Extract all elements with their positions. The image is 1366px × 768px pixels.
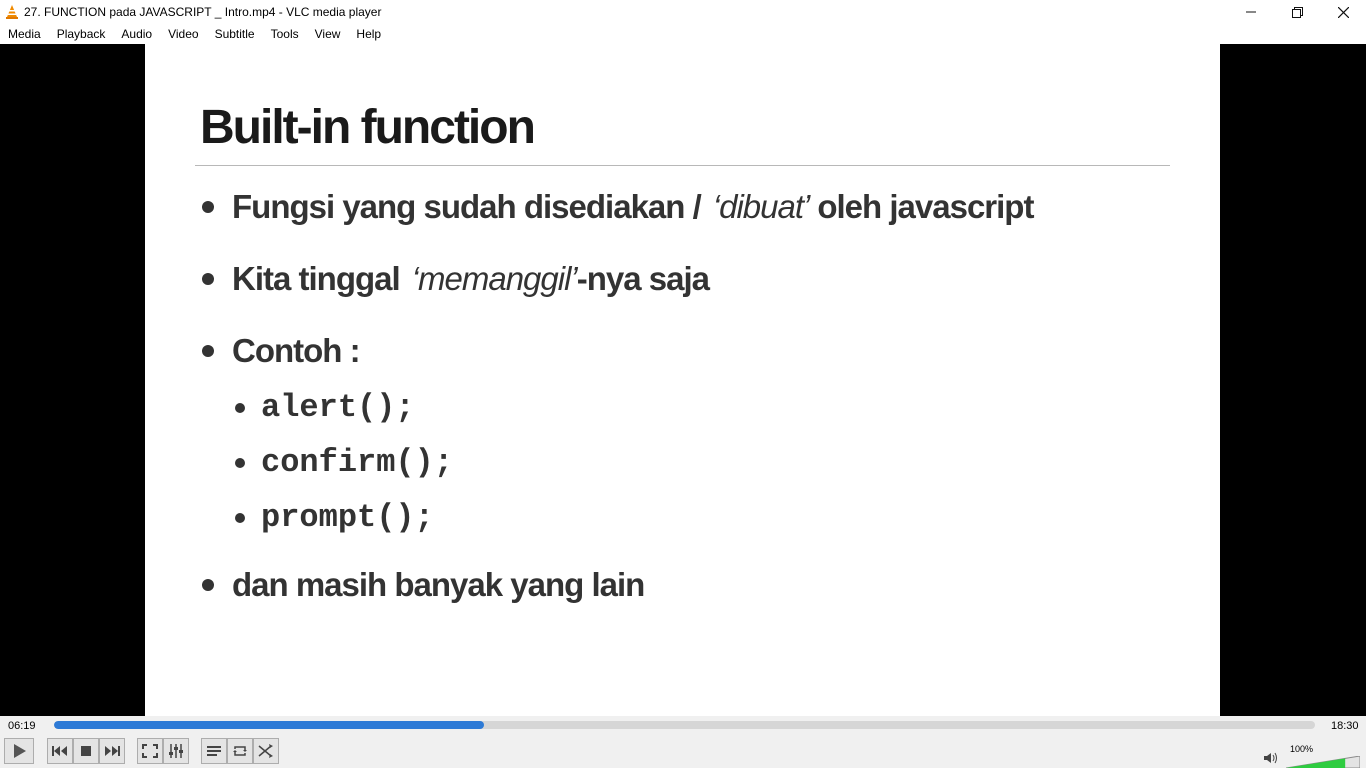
bullet-dot: [235, 512, 245, 523]
slide-frame: Built-in function Fungsi yang sudah dise…: [145, 44, 1220, 716]
restore-icon: [1291, 6, 1303, 18]
menu-help[interactable]: Help: [356, 27, 381, 41]
bullet-dot: [202, 273, 214, 285]
bullet-dot: [235, 402, 245, 413]
elapsed-time[interactable]: 06:19: [8, 720, 36, 732]
bullet-dot: [202, 201, 214, 213]
play-icon: [14, 744, 26, 758]
bullet-dot: [235, 457, 245, 468]
loop-button[interactable]: [227, 738, 253, 764]
close-button[interactable]: [1320, 0, 1366, 24]
bullet-text: Fungsi yang sudah disediakan /: [232, 188, 702, 225]
menu-playback[interactable]: Playback: [57, 27, 106, 41]
play-button[interactable]: [4, 738, 34, 764]
bullet-item: Contoh :: [202, 332, 361, 370]
playlist-button[interactable]: [201, 738, 227, 764]
menu-bar: Media Playback Audio Video Subtitle Tool…: [0, 24, 1366, 44]
previous-icon: [52, 746, 67, 756]
menu-tools[interactable]: Tools: [271, 27, 299, 41]
next-icon: [105, 746, 120, 756]
menu-media[interactable]: Media: [8, 27, 41, 41]
slide-title: Built-in function: [200, 101, 536, 154]
bullet-dot: [202, 579, 214, 591]
seek-progress: [54, 721, 484, 729]
window-controls: [1228, 0, 1366, 24]
stop-icon: [81, 746, 91, 756]
stop-button[interactable]: [73, 738, 99, 764]
minimize-button[interactable]: [1228, 0, 1274, 24]
bullet-dot: [202, 345, 214, 357]
code-text: prompt();: [261, 499, 434, 536]
fullscreen-button[interactable]: [137, 738, 163, 764]
extended-settings-button[interactable]: [163, 738, 189, 764]
bullet-text: Kita tinggal: [232, 260, 401, 297]
menu-subtitle[interactable]: Subtitle: [215, 27, 255, 41]
bullet-item: dan masih banyak yang lain: [202, 566, 645, 604]
vlc-cone-icon: [6, 5, 18, 19]
shuffle-icon: [258, 744, 273, 758]
fullscreen-icon: [142, 744, 158, 758]
bullet-text: dan masih banyak yang lain: [232, 566, 645, 603]
seek-bar[interactable]: [54, 721, 1315, 729]
speaker-icon[interactable]: [1264, 752, 1278, 764]
code-list-item: alert();: [235, 389, 415, 426]
close-icon: [1337, 6, 1349, 18]
code-list-item: confirm();: [235, 444, 453, 481]
bullet-item: Kita tinggal ‘memanggil’ -nya saja: [202, 260, 710, 298]
bullet-text: -nya saja: [576, 260, 710, 297]
bullet-italic: ‘memanggil’: [411, 260, 578, 297]
code-text: alert();: [261, 389, 415, 426]
slide-divider: [195, 165, 1170, 166]
bullet-item: Fungsi yang sudah disediakan / ‘dibuat’ …: [202, 188, 1034, 226]
minimize-icon: [1246, 11, 1256, 13]
shuffle-button[interactable]: [253, 738, 279, 764]
next-button[interactable]: [99, 738, 125, 764]
bullet-italic: ‘dibuat’: [712, 188, 811, 225]
code-list-item: prompt();: [235, 499, 434, 536]
window-title: 27. FUNCTION pada JAVASCRIPT _ Intro.mp4…: [24, 5, 382, 19]
code-text: confirm();: [261, 444, 454, 481]
menu-video[interactable]: Video: [168, 27, 198, 41]
menu-view[interactable]: View: [315, 27, 341, 41]
bullet-text: oleh javascript: [817, 188, 1034, 225]
playlist-icon: [207, 746, 221, 756]
video-area[interactable]: Built-in function Fungsi yang sudah dise…: [0, 44, 1366, 716]
menu-audio[interactable]: Audio: [121, 27, 152, 41]
previous-button[interactable]: [47, 738, 73, 764]
player-controls: 06:19 18:30 100%: [0, 716, 1366, 768]
extended-settings-icon: [169, 744, 183, 758]
volume-slider[interactable]: [1286, 756, 1360, 768]
loop-icon: [233, 746, 247, 756]
restore-button[interactable]: [1274, 0, 1320, 24]
bullet-text: Contoh :: [232, 332, 361, 369]
total-time[interactable]: 18:30: [1331, 720, 1359, 732]
volume-label: 100%: [1290, 744, 1314, 754]
title-bar: 27. FUNCTION pada JAVASCRIPT _ Intro.mp4…: [0, 0, 1366, 24]
